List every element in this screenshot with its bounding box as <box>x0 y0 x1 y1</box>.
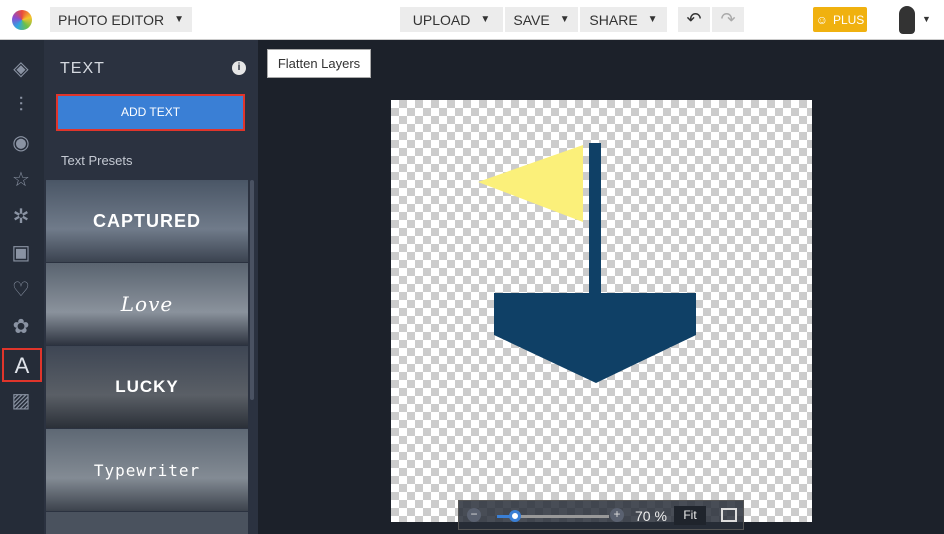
tool-rail: ◈ ⫶ ◉ ☆ ✲ ▣ ♡ ✿ A ▨ <box>0 40 44 534</box>
undo-button[interactable]: ↶ <box>678 7 710 32</box>
flag-shape <box>478 145 583 222</box>
texture-icon[interactable]: ▨ <box>8 388 34 414</box>
preset-label: LUCKY <box>115 377 179 396</box>
text-tool-icon[interactable]: A <box>2 348 42 382</box>
eye-icon[interactable]: ◉ <box>8 130 34 156</box>
chevron-down-icon: ▼ <box>480 14 491 25</box>
scrollbar[interactable] <box>250 180 254 400</box>
zoom-bar: − + 70 % Fit <box>458 500 744 530</box>
preset-label: Typewriter <box>93 460 201 480</box>
hull-shape <box>494 293 696 383</box>
share-label: SHARE <box>589 11 638 28</box>
preset-typewriter[interactable]: Typewriter <box>46 429 248 511</box>
redo-icon: ↷ <box>720 9 736 29</box>
fit-button[interactable]: Fit <box>674 506 706 525</box>
chevron-down-icon: ▼ <box>174 14 184 25</box>
upload-button[interactable]: UPLOAD ▼ <box>400 7 503 32</box>
top-bar: PHOTO EDITOR ▼ UPLOAD ▼ SAVE ▼ SHARE ▼ ↶ ↷ ☺… <box>0 0 944 40</box>
save-button[interactable]: SAVE ▼ <box>505 7 578 32</box>
add-text-button[interactable]: ADD TEXT <box>56 94 245 131</box>
panel-title: TEXT <box>60 60 105 77</box>
chevron-down-icon: ▼ <box>647 14 658 25</box>
undo-icon: ↶ <box>686 9 702 29</box>
star-icon[interactable]: ☆ <box>8 167 34 193</box>
layers-icon[interactable]: ◈ <box>8 56 34 82</box>
save-label: SAVE <box>513 11 550 28</box>
preset-label: Love <box>120 292 174 316</box>
logo[interactable] <box>12 10 32 30</box>
adjust-icon[interactable]: ⫶ <box>8 92 34 118</box>
flatten-layers-button[interactable]: Flatten Layers <box>267 49 371 78</box>
upload-label: UPLOAD <box>412 11 471 28</box>
plus-button[interactable]: ☺ PLUS <box>813 7 867 32</box>
sticker-icon[interactable]: ✿ <box>8 314 34 340</box>
zoom-out-button[interactable]: − <box>467 508 481 522</box>
ship-graphic <box>478 143 696 383</box>
frame-icon[interactable]: ▣ <box>8 240 34 266</box>
redo-button[interactable]: ↷ <box>712 7 744 32</box>
preset-label: CAPTURED <box>92 210 201 231</box>
preset-next[interactable] <box>46 512 248 534</box>
app-menu-label: PHOTO EDITOR <box>58 11 165 28</box>
heart-icon[interactable]: ♡ <box>8 277 34 303</box>
photo-editor-menu[interactable]: PHOTO EDITOR ▼ <box>50 7 192 32</box>
zoom-in-button[interactable]: + <box>610 508 624 522</box>
badge-icon: ☺ <box>815 12 828 27</box>
share-button[interactable]: SHARE ▼ <box>580 7 667 32</box>
touch-up-icon[interactable]: ✲ <box>8 204 34 230</box>
text-presets-label: Text Presets <box>61 153 133 168</box>
info-icon[interactable]: i <box>232 61 246 75</box>
zoom-slider-handle[interactable] <box>509 510 521 522</box>
fullscreen-icon[interactable] <box>721 508 737 522</box>
image-canvas[interactable] <box>391 100 812 522</box>
plus-label: PLUS <box>832 12 865 27</box>
text-panel: TEXT i ADD TEXT Text Presets CAPTURED Lo… <box>44 40 258 534</box>
preset-lucky[interactable]: LUCKY <box>46 346 248 428</box>
avatar[interactable] <box>899 6 915 34</box>
zoom-percent: 70 % <box>635 508 667 524</box>
preset-love[interactable]: Love <box>46 263 248 345</box>
zoom-slider[interactable] <box>497 510 609 522</box>
chevron-down-icon: ▼ <box>559 14 570 25</box>
preset-list[interactable]: CAPTURED Love LUCKY Typewriter <box>44 180 258 534</box>
chevron-down-icon[interactable]: ▼ <box>922 14 931 24</box>
mast-shape <box>589 143 601 295</box>
preset-captured[interactable]: CAPTURED <box>46 180 248 262</box>
